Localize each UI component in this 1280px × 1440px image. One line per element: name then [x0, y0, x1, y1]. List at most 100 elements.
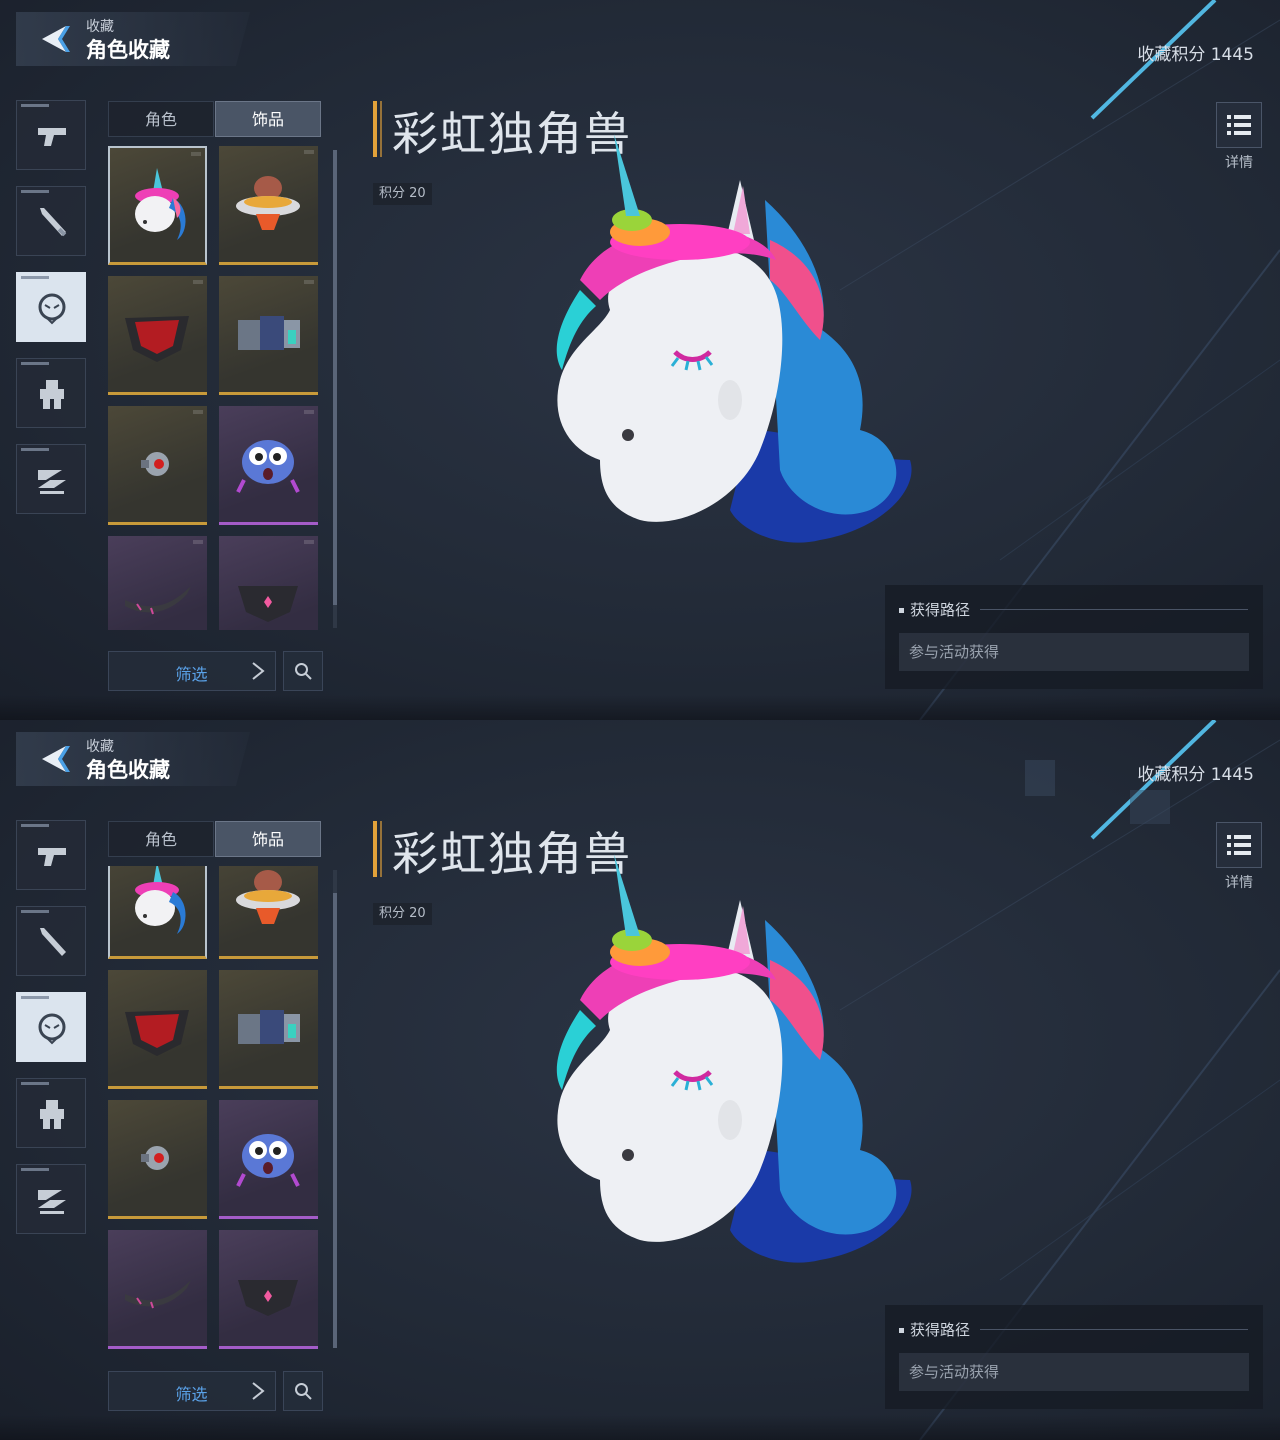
list-icon: [1227, 835, 1251, 855]
back-button[interactable]: 收藏 角色收藏: [16, 12, 250, 66]
card-corner-mark: [191, 152, 201, 156]
filter-button[interactable]: 筛选: [108, 651, 276, 691]
grid-item-armor[interactable]: [219, 276, 318, 395]
details-button[interactable]: [1216, 102, 1262, 148]
red-mask-icon: [125, 1010, 189, 1056]
back-arrow-icon: [42, 26, 70, 52]
grid-item-eye-device[interactable]: [108, 1100, 207, 1219]
category-tag: [21, 1168, 49, 1171]
page-title: 角色收藏: [86, 38, 170, 62]
page-title: 角色收藏: [86, 758, 170, 782]
grid-item-blade-horn[interactable]: [108, 1230, 207, 1349]
title-accent-bar: [380, 821, 382, 877]
grid-item-armor[interactable]: [219, 970, 318, 1089]
grid-item-unicorn[interactable]: [108, 866, 207, 959]
scrollbar-thumb[interactable]: [333, 150, 337, 605]
capybara-ufo-icon: [236, 176, 300, 230]
armor-piece-icon: [238, 1010, 300, 1044]
details-label: 详情: [1225, 155, 1253, 171]
mech-icon: [40, 1100, 64, 1129]
acquisition-method: 参与活动获得: [899, 1353, 1249, 1391]
scrollbar-thumb[interactable]: [333, 893, 337, 1348]
blade-horn-icon: [125, 586, 191, 615]
character-head-icon: [38, 293, 66, 325]
armor-piece-icon: [238, 316, 300, 350]
points-label: 积分: [379, 186, 406, 201]
grid-item-unicorn[interactable]: [108, 146, 207, 265]
grid-item-red-mask[interactable]: [108, 276, 207, 395]
list-icon: [1227, 115, 1251, 135]
chevron-right-icon: [252, 662, 265, 680]
grid-item-capybara-ufo[interactable]: [219, 866, 318, 959]
category-vehicle[interactable]: [16, 1164, 86, 1234]
unicorn-head-icon: [135, 866, 186, 934]
category-melee[interactable]: [16, 186, 86, 256]
category-mech[interactable]: [16, 1078, 86, 1148]
accessory-grid: [108, 146, 323, 630]
search-button[interactable]: [283, 651, 323, 691]
acquisition-panel: 获得路径 参与活动获得: [885, 1305, 1263, 1409]
search-icon: [295, 663, 312, 680]
details-button[interactable]: [1216, 822, 1262, 868]
bottom-shade: [0, 1415, 1280, 1440]
grid-scrollbar[interactable]: [333, 150, 337, 628]
category-tag: [21, 190, 49, 193]
divider: [980, 609, 1248, 610]
grid-item-blue-monster[interactable]: [219, 406, 318, 525]
category-tag: [21, 1082, 49, 1085]
tab-accessories[interactable]: 饰品: [215, 101, 321, 137]
category-vehicle[interactable]: [16, 444, 86, 514]
category-melee[interactable]: [16, 906, 86, 976]
category-character[interactable]: [16, 272, 86, 342]
card-corner-mark: [304, 540, 314, 544]
category-mech[interactable]: [16, 358, 86, 428]
melee-weapon-icon: [40, 928, 66, 956]
eye-device-icon: [141, 1146, 169, 1170]
filter-label: 筛选: [175, 1385, 208, 1404]
title-accent-bar: [373, 101, 377, 157]
unicorn-head-icon: [135, 168, 186, 240]
tab-characters[interactable]: 角色: [108, 821, 214, 857]
accessory-grid: [108, 866, 323, 1350]
collection-score: 收藏积分 1445: [1137, 765, 1254, 785]
breadcrumb: 收藏: [86, 19, 114, 35]
mech-icon: [40, 380, 64, 409]
grid-scrollbar[interactable]: [333, 870, 337, 1348]
category-pistol[interactable]: [16, 820, 86, 890]
category-pistol[interactable]: [16, 100, 86, 170]
chevron-right-icon: [252, 1382, 265, 1400]
unicorn-head-model: [556, 134, 912, 543]
grid-item-blade-horn[interactable]: [108, 536, 207, 630]
tab-accessories[interactable]: 饰品: [215, 821, 321, 857]
blade-horn-icon: [125, 1280, 191, 1309]
back-arrow-icon: [42, 746, 70, 772]
grid-item-capybara-ufo[interactable]: [219, 146, 318, 265]
grid-item-red-mask[interactable]: [108, 970, 207, 1089]
collection-screen-bottom: 收藏 角色收藏 收藏积分 1445 角色 饰品 筛选 彩虹独角兽 积分 20 详…: [0, 720, 1280, 1440]
category-tag: [21, 362, 49, 365]
grid-item-blue-monster[interactable]: [219, 1100, 318, 1219]
face-mask-icon: [238, 1280, 298, 1316]
points-value: 20: [409, 186, 426, 201]
back-button[interactable]: 收藏 角色收藏: [16, 732, 250, 786]
pistol-icon: [38, 848, 66, 866]
search-button[interactable]: [283, 1371, 323, 1411]
category-character[interactable]: [16, 992, 86, 1062]
filter-button[interactable]: 筛选: [108, 1371, 276, 1411]
title-accent-bar: [373, 821, 377, 877]
category-tag: [21, 996, 49, 999]
pistol-icon: [38, 128, 66, 146]
grid-item-face-mask[interactable]: [219, 536, 318, 630]
category-tag: [21, 448, 49, 451]
search-icon: [295, 1383, 312, 1400]
divider: [980, 1329, 1248, 1330]
grid-item-face-mask[interactable]: [219, 1230, 318, 1349]
grid-item-eye-device[interactable]: [108, 406, 207, 525]
card-corner-mark: [193, 280, 203, 284]
acquisition-title: 获得路径: [899, 1319, 970, 1340]
points-label: 积分: [379, 906, 406, 921]
tab-characters[interactable]: 角色: [108, 101, 214, 137]
category-tag: [21, 824, 49, 827]
card-corner-mark: [304, 280, 314, 284]
details-label: 详情: [1225, 875, 1253, 891]
